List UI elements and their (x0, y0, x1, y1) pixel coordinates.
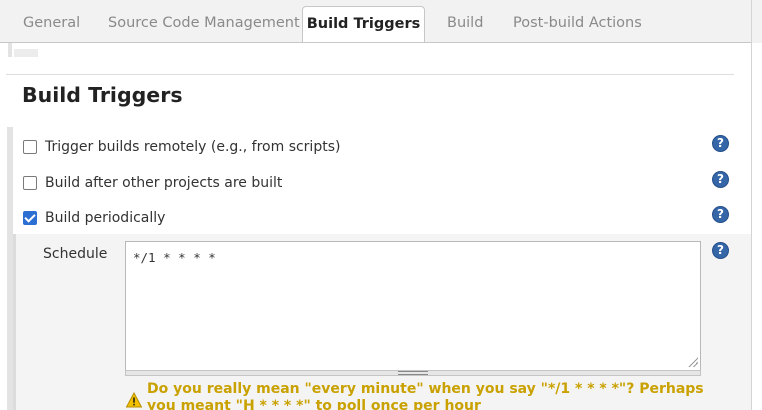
help-icon[interactable]: ? (712, 206, 729, 223)
trigger-after-projects-checkbox[interactable] (23, 176, 37, 190)
trigger-remote-checkbox[interactable] (23, 140, 37, 154)
schedule-label: Schedule (43, 246, 108, 262)
content-right-edge (751, 0, 752, 410)
tab-build[interactable]: Build (447, 0, 483, 42)
tab-source-code-management[interactable]: Source Code Management (108, 0, 300, 42)
config-tab-bar: General Source Code Management Build Tri… (0, 0, 762, 43)
help-icon[interactable]: ? (712, 135, 729, 152)
trigger-remote-label[interactable]: Trigger builds remotely (e.g., from scri… (45, 137, 340, 157)
section-title: Build Triggers (22, 83, 183, 107)
textarea-resize-grip[interactable] (687, 356, 698, 367)
trigger-periodically-label[interactable]: Build periodically (45, 208, 165, 228)
tab-bar-divider (0, 42, 752, 43)
section-divider (6, 74, 734, 75)
schedule-textarea[interactable]: */1 * * * * (125, 241, 701, 371)
warning-icon (126, 392, 142, 408)
help-icon[interactable]: ? (712, 171, 729, 188)
schedule-warning-text: Do you really mean "every minute" when y… (147, 381, 704, 410)
previous-section-end (14, 49, 38, 57)
expand-grip-icon[interactable] (398, 371, 428, 375)
nested-guide (13, 234, 16, 410)
trigger-periodically-checkbox[interactable] (23, 211, 37, 225)
tab-general[interactable]: General (23, 0, 80, 42)
trigger-after-projects-label[interactable]: Build after other projects are built (45, 173, 282, 193)
tab-build-triggers[interactable]: Build Triggers (302, 6, 425, 43)
help-icon[interactable]: ? (712, 242, 729, 259)
tab-post-build-actions[interactable]: Post-build Actions (513, 0, 642, 42)
job-config-page: General Source Code Management Build Tri… (0, 0, 762, 410)
previous-section-guide (8, 43, 12, 57)
